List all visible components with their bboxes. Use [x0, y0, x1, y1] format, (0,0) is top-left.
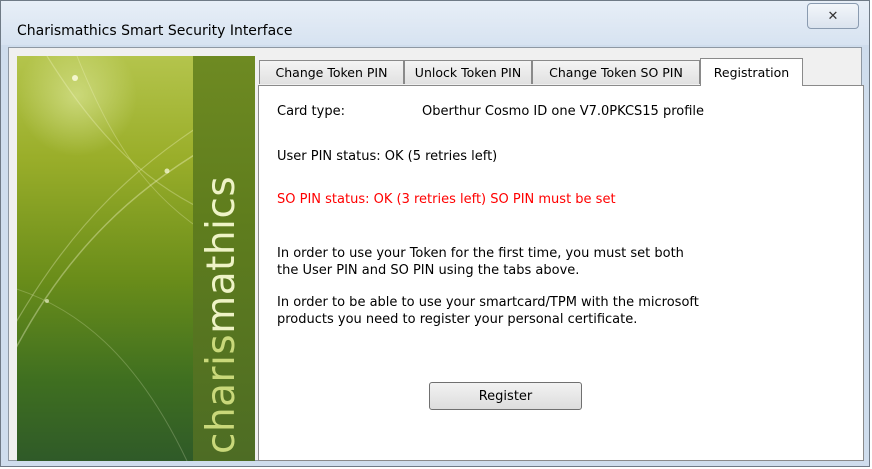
info-text-line: In order to use your Token for the first…	[277, 246, 684, 261]
info-text-line: the User PIN and SO PIN using the tabs a…	[277, 263, 580, 278]
brand-banner: charismathics	[17, 56, 255, 461]
card-type-label: Card type:	[277, 104, 345, 119]
user-pin-status: User PIN status: OK (5 retries left)	[277, 149, 498, 164]
tab-unlock-token-pin[interactable]: Unlock Token PIN	[404, 60, 532, 84]
client-area: charismathics Change Token PIN Unlock To…	[8, 47, 864, 461]
tab-change-token-so-pin[interactable]: Change Token SO PIN	[532, 60, 700, 84]
register-button[interactable]: Register	[429, 382, 582, 410]
tab-change-token-pin[interactable]: Change Token PIN	[259, 60, 404, 84]
tab-registration[interactable]: Registration	[700, 58, 803, 86]
close-button[interactable]: ✕	[807, 3, 859, 29]
info-text-line: In order to be able to use your smartcar…	[277, 295, 699, 310]
title-bar[interactable]: Charismathics Smart Security Interface ✕	[1, 1, 869, 45]
so-pin-status: SO PIN status: OK (3 retries left) SO PI…	[277, 192, 616, 207]
window-title: Charismathics Smart Security Interface	[17, 23, 293, 39]
registration-panel: Card type: Oberthur Cosmo ID one V7.0PKC…	[258, 85, 864, 461]
close-icon: ✕	[827, 8, 839, 24]
info-text-line: products you need to register your perso…	[277, 312, 638, 327]
app-window: Charismathics Smart Security Interface ✕…	[0, 0, 870, 467]
brand-logo-text: charismathics	[199, 175, 244, 454]
card-type-value: Oberthur Cosmo ID one V7.0PKCS15 profile	[422, 104, 705, 119]
